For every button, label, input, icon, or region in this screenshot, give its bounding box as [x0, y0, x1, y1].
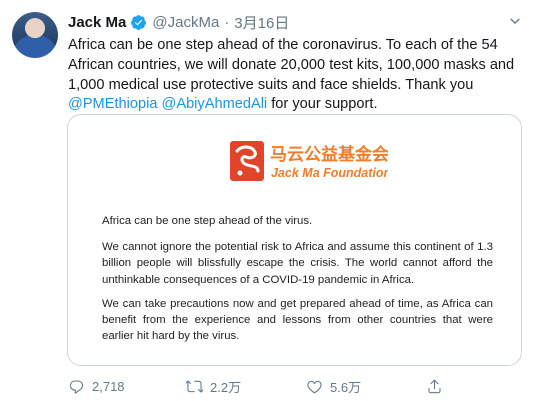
verified-badge-icon: [131, 14, 147, 30]
logo-chinese-text: 马云公益基金会: [270, 144, 388, 165]
logo-english-text: Jack Ma Foundation: [271, 166, 388, 180]
retweet-icon: [186, 379, 203, 392]
retweet-count: 2.2万: [210, 379, 242, 395]
share-icon: [428, 379, 441, 393]
tweet-text: Africa can be one step ahead of the coro…: [68, 36, 530, 115]
card-paragraph: Africa can be one step ahead of the viru…: [102, 215, 313, 227]
author-handle[interactable]: @JackMa: [152, 14, 219, 31]
card-paragraph: We can take precautions now and get prep…: [102, 297, 493, 343]
tweet-text-line: African countries, we will donate 20,000…: [68, 56, 515, 73]
reply-button[interactable]: 2,718: [68, 378, 160, 395]
author-avatar[interactable]: [12, 12, 58, 58]
author-name[interactable]: Jack Ma: [68, 14, 126, 31]
retweet-button[interactable]: 2.2万: [186, 377, 306, 396]
mention-link[interactable]: @PMEthiopia: [68, 96, 157, 112]
mention-link[interactable]: @AbiyAhmedAli: [162, 96, 268, 112]
chevron-down-icon[interactable]: [507, 13, 523, 29]
tweet-date[interactable]: 3月16日: [234, 12, 289, 33]
tweet-text-tail: for your support.: [267, 96, 378, 113]
image-card[interactable]: 马云公益基金会 Jack Ma Foundation Africa can be…: [67, 114, 522, 366]
reply-icon: [69, 379, 84, 394]
tweet-text-line: Africa can be one step ahead of the coro…: [68, 37, 498, 53]
tweet-actions: 2,718 2.2万 5.6万: [68, 375, 488, 397]
reply-count: 2,718: [92, 378, 125, 394]
like-icon: [307, 380, 322, 393]
jack-ma-foundation-logo: 马云公益基金会 Jack Ma Foundation: [230, 141, 388, 181]
card-paragraph: We cannot ignore the potential risk to A…: [102, 241, 493, 286]
tweet-header: Jack Ma @JackMa · 3月16日: [68, 11, 523, 33]
like-button[interactable]: 5.6万: [306, 377, 426, 396]
header-separator: ·: [224, 13, 230, 31]
card-body: Africa can be one step ahead of the viru…: [102, 213, 493, 352]
like-count: 5.6万: [330, 379, 362, 395]
share-button[interactable]: [426, 378, 450, 395]
tweet-text-line: 1,000 medical use protective suits and f…: [68, 76, 474, 93]
tweet-text-line: @PMEthiopia @AbiyAhmedAli for your suppo…: [68, 95, 530, 115]
